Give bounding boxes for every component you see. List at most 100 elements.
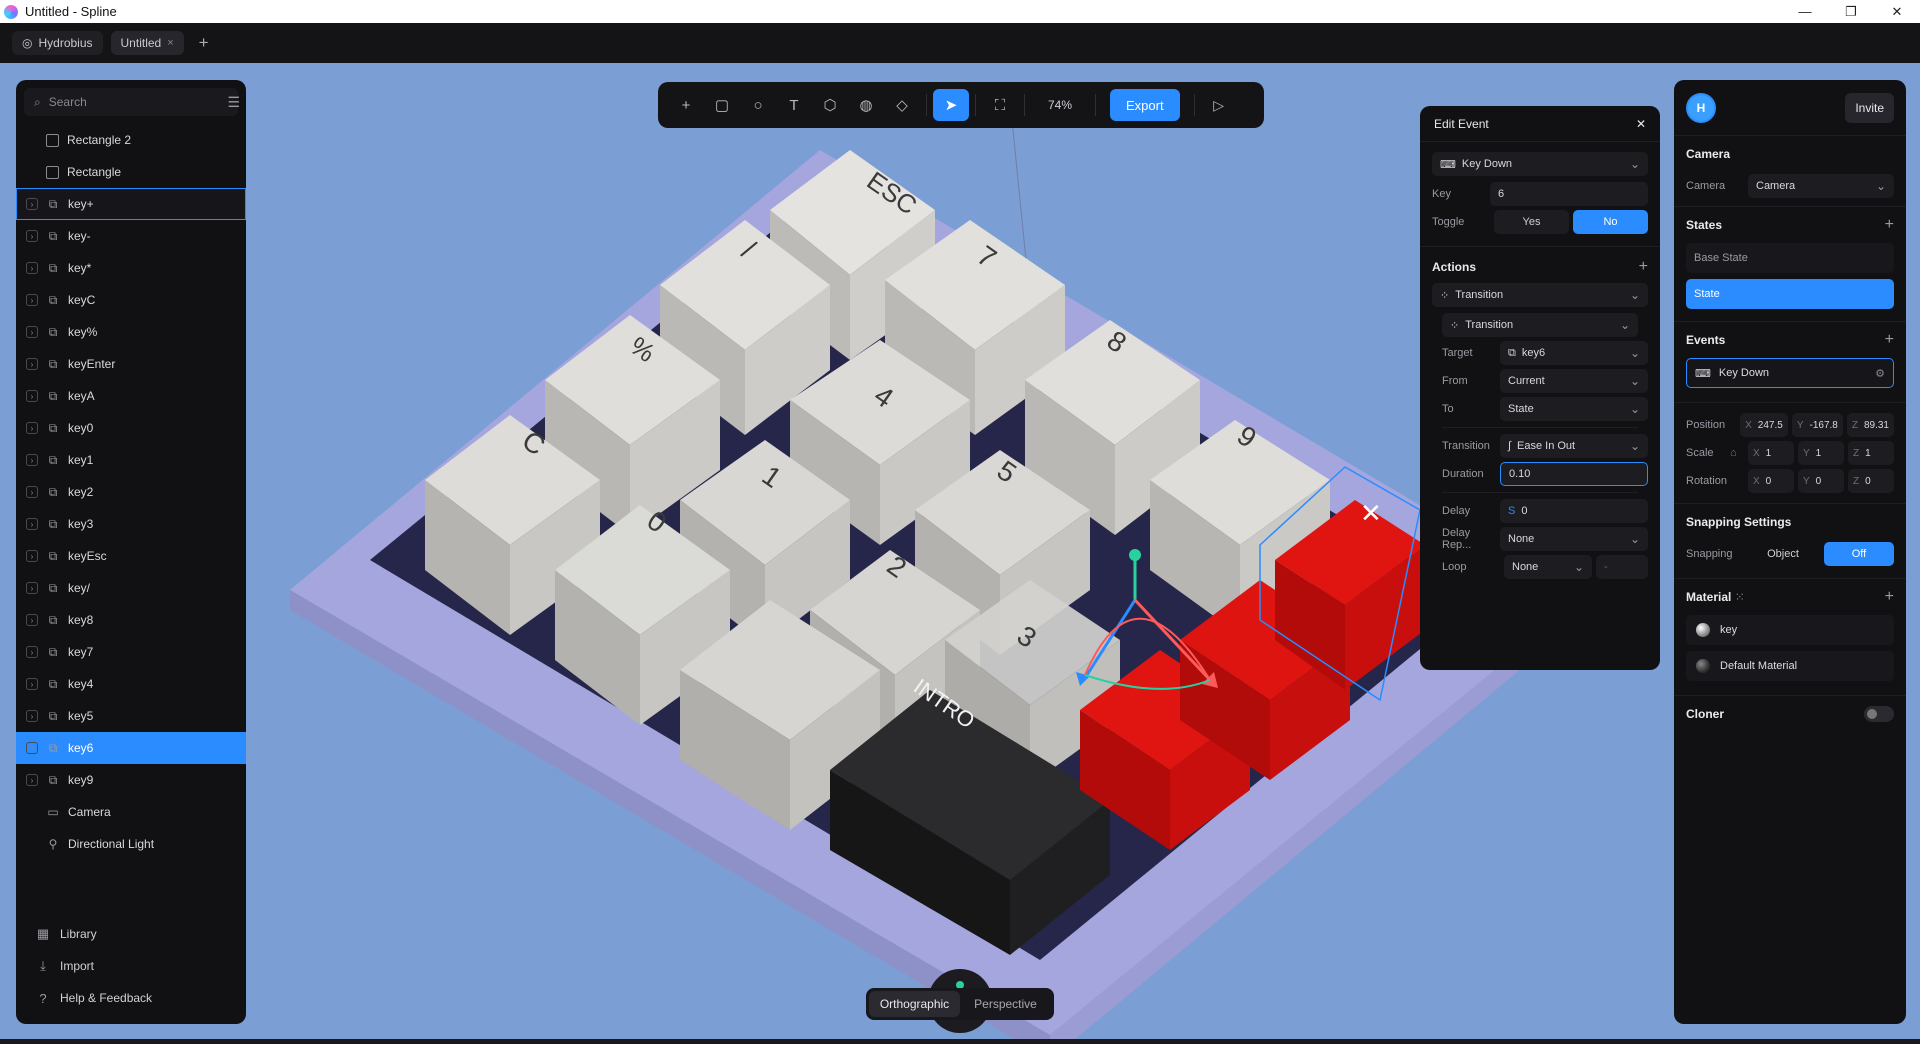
camera-select[interactable]: Camera [1748, 174, 1894, 198]
delay-repeat-select[interactable]: None [1500, 527, 1648, 551]
material-layer-key[interactable]: key [1686, 615, 1894, 645]
position-y-input[interactable]: Y -167.8 [1791, 413, 1843, 437]
close-tab-icon[interactable]: × [167, 37, 173, 49]
loop-select[interactable]: None [1504, 555, 1592, 579]
frame-tool-icon[interactable]: ⛶ [982, 89, 1018, 121]
position-z-input[interactable]: Z 89.31 [1846, 413, 1894, 437]
scale-z-input[interactable]: Z1 [1848, 441, 1894, 465]
select-tool-icon[interactable]: ➤ [933, 89, 969, 121]
expand-chevron-icon[interactable]: › [26, 614, 38, 626]
avatar[interactable]: H [1686, 92, 1716, 123]
add-material-icon[interactable]: + [1885, 588, 1894, 606]
material-layer-default[interactable]: Default Material [1686, 651, 1894, 681]
help-button[interactable]: ? Help & Feedback [16, 982, 246, 1014]
target-select[interactable]: ⧉ key6 [1500, 341, 1648, 365]
expand-chevron-icon[interactable]: › [26, 582, 38, 594]
event-item[interactable]: ⌨ Key Down ⚙ [1686, 358, 1894, 388]
scale-y-input[interactable]: Y1 [1798, 441, 1844, 465]
to-select[interactable]: State [1500, 397, 1648, 421]
event-type-select[interactable]: ⌨ Key Down [1432, 152, 1648, 176]
scale-x-input[interactable]: X1 [1748, 441, 1794, 465]
cloner-toggle[interactable] [1864, 706, 1894, 722]
expand-chevron-icon[interactable]: › [26, 518, 38, 530]
file-tab[interactable]: Untitled × [110, 31, 184, 55]
layer-item[interactable]: › ⧉ key9 [16, 764, 246, 796]
loop-count-input[interactable]: - [1596, 555, 1648, 579]
tag-tool-icon[interactable]: ◇ [884, 89, 920, 121]
material-grid-icon[interactable]: ⁙ [1735, 590, 1745, 604]
play-icon[interactable]: ▷ [1201, 89, 1237, 121]
maximize-button[interactable]: ❐ [1828, 0, 1874, 23]
base-state-item[interactable]: Base State [1686, 243, 1894, 273]
from-select[interactable]: Current [1500, 369, 1648, 393]
snap-off-button[interactable]: Off [1824, 542, 1894, 566]
expand-chevron-icon[interactable]: › [26, 454, 38, 466]
perspective-button[interactable]: Perspective [960, 991, 1051, 1017]
menu-icon[interactable]: ☰ [227, 94, 240, 111]
zoom-level[interactable]: 74% [1031, 98, 1089, 112]
lock-icon[interactable]: ⌂ [1730, 447, 1742, 459]
layer-item[interactable]: ▭ Camera [16, 796, 246, 828]
import-button[interactable]: ⤓ Import [16, 950, 246, 982]
position-x-input[interactable]: X 247.5 [1740, 413, 1788, 437]
rotation-y-input[interactable]: Y0 [1798, 469, 1844, 493]
search-input[interactable]: ⌕ Search ☰ [24, 88, 240, 116]
delay-input[interactable]: S0 [1500, 499, 1648, 523]
toggle-yes-button[interactable]: Yes [1494, 210, 1569, 234]
expand-chevron-icon[interactable]: › [26, 486, 38, 498]
expand-chevron-icon[interactable]: › [26, 358, 38, 370]
layer-item[interactable]: › ⧉ key1 [16, 444, 246, 476]
layer-item[interactable]: › ⧉ keyEsc [16, 540, 246, 572]
layer-item[interactable]: › ⧉ key7 [16, 636, 246, 668]
layer-item[interactable]: Rectangle [16, 156, 246, 188]
expand-chevron-icon[interactable]: › [26, 646, 38, 658]
expand-chevron-icon[interactable]: › [26, 422, 38, 434]
layer-item[interactable]: › ⧉ key- [16, 220, 246, 252]
expand-chevron-icon[interactable]: › [26, 550, 38, 562]
invite-button[interactable]: Invite [1845, 92, 1894, 123]
toggle-no-button[interactable]: No [1573, 210, 1648, 234]
minimize-button[interactable]: — [1782, 0, 1828, 23]
cube-tool-icon[interactable]: ⬡ [812, 89, 848, 121]
rotation-x-input[interactable]: X0 [1748, 469, 1794, 493]
layer-item[interactable]: › ⧉ keyC [16, 284, 246, 316]
add-icon[interactable]: + [668, 89, 704, 121]
layer-item[interactable]: › ⧉ key3 [16, 508, 246, 540]
expand-chevron-icon[interactable]: › [26, 230, 38, 242]
expand-chevron-icon[interactable]: › [26, 774, 38, 786]
add-event-icon[interactable]: + [1885, 331, 1894, 349]
close-icon[interactable]: ✕ [1636, 117, 1646, 131]
key-input[interactable]: 6 [1490, 182, 1648, 206]
export-button[interactable]: Export [1110, 89, 1180, 121]
text-tool-icon[interactable]: T [776, 89, 812, 121]
expand-chevron-icon[interactable]: › [26, 390, 38, 402]
rectangle-tool-icon[interactable]: ▢ [704, 89, 740, 121]
sphere-tool-icon[interactable]: ◍ [848, 89, 884, 121]
layer-item[interactable]: › ⧉ key2 [16, 476, 246, 508]
state-item[interactable]: State [1686, 279, 1894, 309]
library-button[interactable]: ▦ Library [16, 918, 246, 950]
layer-item[interactable]: › ⧉ key8 [16, 604, 246, 636]
layer-item[interactable]: › ⧉ key5 [16, 700, 246, 732]
layer-item[interactable]: ⚲ Directional Light [16, 828, 246, 860]
expand-chevron-icon[interactable]: › [26, 326, 38, 338]
action-select[interactable]: ⁘ Transition [1432, 283, 1648, 307]
layer-item[interactable]: › ⧉ key+ [16, 188, 246, 220]
layer-item[interactable]: › ⧉ key/ [16, 572, 246, 604]
expand-chevron-icon[interactable]: › [26, 294, 38, 306]
layer-item[interactable]: › ⧉ key* [16, 252, 246, 284]
team-tab[interactable]: ◎ Hydrobius [12, 31, 103, 55]
new-tab-button[interactable]: + [192, 31, 216, 55]
expand-chevron-icon[interactable]: › [26, 198, 38, 210]
expand-chevron-icon[interactable]: › [26, 262, 38, 274]
expand-chevron-icon[interactable]: › [26, 742, 38, 754]
layer-item[interactable]: › ⧉ key4 [16, 668, 246, 700]
add-state-icon[interactable]: + [1885, 216, 1894, 234]
expand-chevron-icon[interactable]: › [26, 710, 38, 722]
layer-item[interactable]: Rectangle 2 [16, 124, 246, 156]
event-settings-icon[interactable]: ⚙ [1875, 367, 1885, 380]
layer-item[interactable]: › ⧉ key6 [16, 732, 246, 764]
duration-input[interactable]: 0.10 [1500, 462, 1648, 486]
expand-chevron-icon[interactable]: › [26, 678, 38, 690]
snap-object-button[interactable]: Object [1748, 542, 1818, 566]
